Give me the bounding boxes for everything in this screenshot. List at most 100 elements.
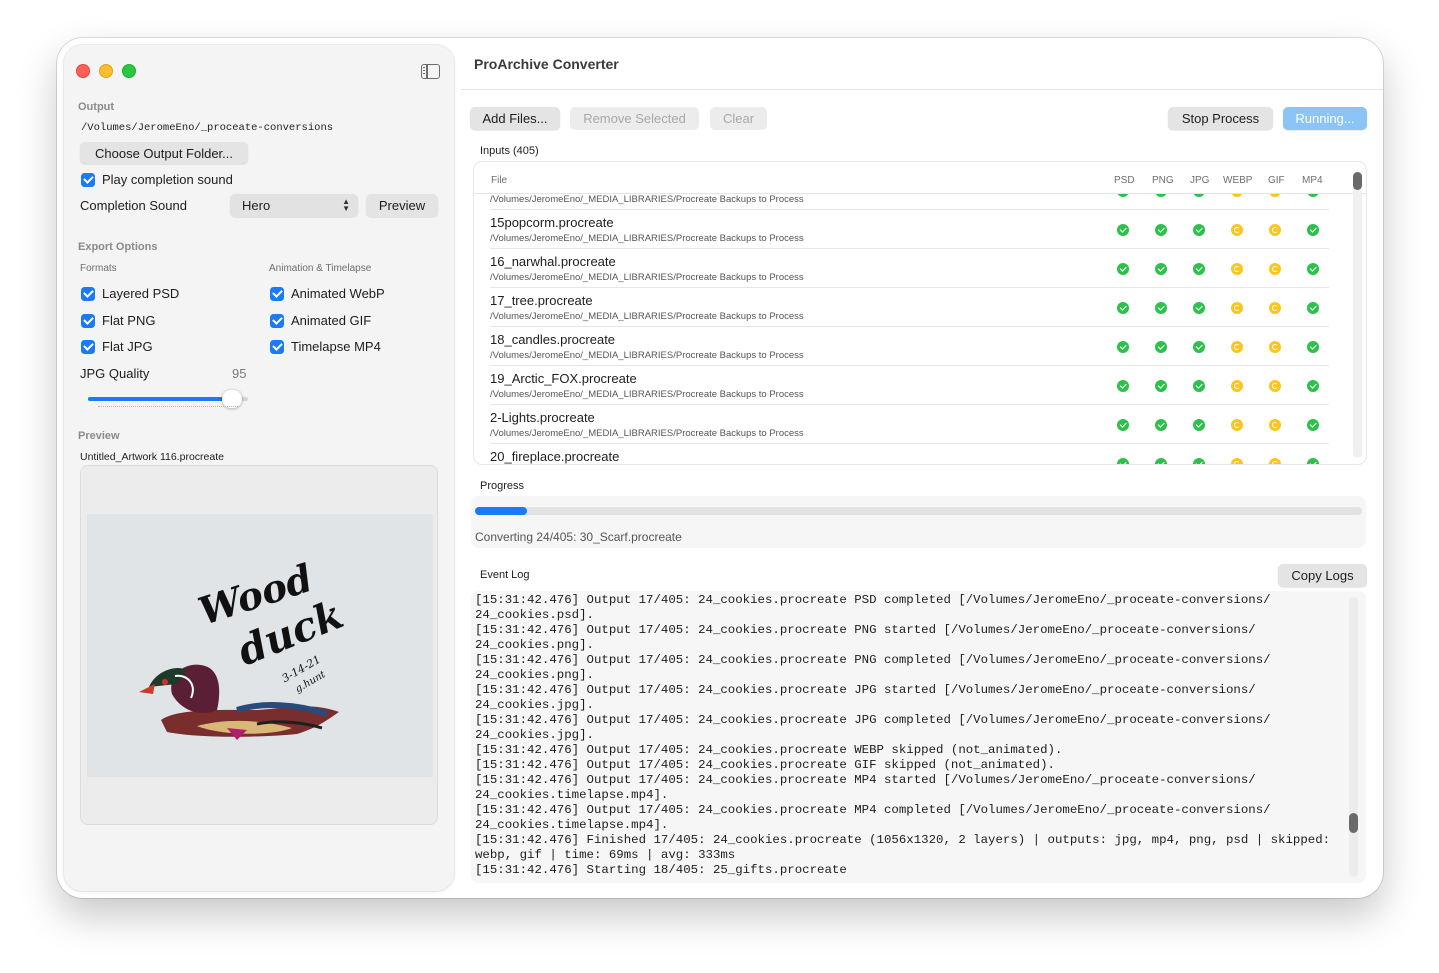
choose-output-folder-button[interactable]: Choose Output Folder...	[80, 142, 248, 164]
checkbox-checked-icon	[270, 313, 284, 328]
animated-gif-checkbox[interactable]: Animated GIF	[270, 313, 371, 328]
animation-timelapse-label: Animation & Timelapse	[269, 263, 372, 274]
row-filename: 16_narwhal.procreate	[490, 254, 616, 269]
column-header-jpg[interactable]: JPG	[1190, 175, 1209, 186]
table-scrollbar-thumb[interactable]	[1353, 172, 1362, 190]
layered-psd-checkbox[interactable]: Layered PSD	[81, 286, 179, 301]
table-row[interactable]: 20_fireplace.procreate	[474, 444, 1329, 464]
copy-logs-button[interactable]: Copy Logs	[1278, 564, 1367, 587]
column-header-mp4[interactable]: MP4	[1302, 175, 1323, 186]
timelapse-mp4-checkbox[interactable]: Timelapse MP4	[270, 339, 381, 354]
table-row[interactable]: 16_narwhal.procreate/Volumes/JeromeEno/_…	[474, 249, 1329, 288]
flat-png-checkbox[interactable]: Flat PNG	[81, 313, 155, 328]
animated-webp-checkbox[interactable]: Animated WebP	[270, 286, 385, 301]
checkmark-circle-icon	[1117, 458, 1129, 464]
layered-psd-label: Layered PSD	[102, 286, 180, 301]
output-path: /Volumes/JeromeEno/_proceate-conversions	[81, 122, 334, 134]
column-header-png[interactable]: PNG	[1152, 175, 1174, 186]
checkmark-circle-icon	[1193, 380, 1205, 392]
checkmark-circle-icon	[1307, 458, 1319, 464]
column-header-webp[interactable]: WEBP	[1223, 175, 1252, 186]
row-path: /Volumes/JeromeEno/_MEDIA_LIBRARIES/Proc…	[490, 389, 804, 400]
clear-button[interactable]: Clear	[710, 107, 767, 130]
window-minimize-button[interactable]	[99, 64, 113, 78]
log-scrollbar-thumb[interactable]	[1349, 813, 1358, 833]
table-row[interactable]: 17_tree.procreate/Volumes/JeromeEno/_MED…	[474, 288, 1329, 327]
column-header-psd[interactable]: PSD	[1114, 175, 1135, 186]
checkmark-circle-icon	[1307, 263, 1319, 275]
checkbox-checked-icon	[270, 286, 284, 301]
skip-circle-icon	[1231, 263, 1243, 275]
preview-section-title: Preview	[78, 430, 120, 442]
window-zoom-button[interactable]	[122, 64, 136, 78]
checkmark-circle-icon	[1117, 194, 1129, 197]
sidebar-toggle-icon[interactable]	[421, 64, 440, 79]
checkbox-checked-icon	[81, 286, 95, 301]
skip-circle-icon	[1231, 458, 1243, 464]
log-scrollbar-track[interactable]	[1349, 597, 1358, 877]
animated-gif-label: Animated GIF	[291, 313, 372, 328]
flat-jpg-checkbox[interactable]: Flat JPG	[81, 339, 153, 354]
running-button[interactable]: Running...	[1283, 107, 1367, 130]
checkmark-circle-icon	[1117, 380, 1129, 392]
skip-circle-icon	[1269, 263, 1281, 275]
preview-panel: Wood duck 3-14-21 g.hunt	[80, 465, 438, 825]
animated-webp-label: Animated WebP	[291, 286, 385, 301]
stop-process-button[interactable]: Stop Process	[1168, 107, 1273, 130]
preview-sound-button[interactable]: Preview	[366, 194, 438, 217]
row-path: /Volumes/JeromeEno/_MEDIA_LIBRARIES/Proc…	[490, 272, 804, 283]
checkbox-checked-icon	[270, 339, 284, 354]
checkmark-circle-icon	[1193, 194, 1205, 197]
row-filename: 15popcorm.procreate	[490, 215, 614, 230]
row-filename: 17_tree.procreate	[490, 293, 593, 308]
row-filename: 20_fireplace.procreate	[490, 449, 620, 464]
table-scrollbar-track[interactable]	[1353, 172, 1362, 458]
event-log-panel: [15:31:42.476] Output 17/405: 24_cookies…	[471, 591, 1366, 883]
table-row[interactable]: 15popcorm.procreate/Volumes/JeromeEno/_M…	[474, 210, 1329, 249]
checkmark-circle-icon	[1117, 263, 1129, 275]
checkmark-circle-icon	[1117, 341, 1129, 353]
inputs-table: File PSD PNG JPG WEBP GIF MP4 /Volumes/J…	[474, 162, 1366, 464]
checkmark-circle-icon	[1155, 341, 1167, 353]
checkmark-circle-icon	[1193, 341, 1205, 353]
progress-bar	[475, 507, 1362, 515]
jpg-quality-slider[interactable]	[88, 390, 248, 408]
column-header-gif[interactable]: GIF	[1268, 175, 1285, 186]
completion-sound-select[interactable]: Hero ▲ ▼	[230, 194, 358, 217]
row-path: /Volumes/JeromeEno/_MEDIA_LIBRARIES/Proc…	[490, 428, 804, 439]
remove-selected-button[interactable]: Remove Selected	[570, 107, 699, 130]
checkmark-circle-icon	[1193, 224, 1205, 236]
window-close-button[interactable]	[76, 64, 90, 78]
row-path: /Volumes/JeromeEno/_MEDIA_LIBRARIES/Proc…	[490, 233, 804, 244]
jpg-quality-label: JPG Quality	[80, 366, 150, 381]
play-sound-checkbox[interactable]: Play completion sound	[81, 172, 233, 187]
chevron-up-down-icon: ▲ ▼	[342, 197, 350, 213]
event-log-text[interactable]: [15:31:42.476] Output 17/405: 24_cookies…	[475, 593, 1337, 878]
checkmark-circle-icon	[1307, 341, 1319, 353]
row-path: /Volumes/JeromeEno/_MEDIA_LIBRARIES/Proc…	[490, 350, 804, 361]
event-log-label: Event Log	[480, 569, 530, 581]
checkmark-circle-icon	[1155, 224, 1167, 236]
inputs-label: Inputs (405)	[480, 145, 539, 157]
output-section-title: Output	[78, 101, 115, 113]
completion-sound-label: Completion Sound	[80, 198, 187, 213]
checkmark-circle-icon	[1193, 419, 1205, 431]
artwork-preview-image: Wood duck 3-14-21 g.hunt	[87, 514, 433, 777]
column-header-file[interactable]: File	[491, 175, 507, 186]
row-path: /Volumes/JeromeEno/_MEDIA_LIBRARIES/Proc…	[490, 311, 804, 322]
table-row[interactable]: 18_candles.procreate/Volumes/JeromeEno/_…	[474, 327, 1329, 366]
table-row[interactable]: /Volumes/JeromeEno/_MEDIA_LIBRARIES/Proc…	[474, 194, 1329, 210]
checkmark-circle-icon	[1155, 263, 1167, 275]
table-row[interactable]: 2-Lights.procreate/Volumes/JeromeEno/_ME…	[474, 405, 1329, 444]
skip-circle-icon	[1269, 380, 1281, 392]
checkbox-checked-icon	[81, 313, 95, 328]
table-row[interactable]: 19_Arctic_FOX.procreate/Volumes/JeromeEn…	[474, 366, 1329, 405]
checkmark-circle-icon	[1155, 380, 1167, 392]
skip-circle-icon	[1231, 194, 1243, 197]
skip-circle-icon	[1231, 341, 1243, 353]
add-files-button[interactable]: Add Files...	[470, 107, 560, 130]
checkmark-circle-icon	[1307, 380, 1319, 392]
flat-jpg-label: Flat JPG	[102, 339, 153, 354]
progress-status-text: Converting 24/405: 30_Scarf.procreate	[475, 530, 682, 544]
completion-sound-value: Hero	[242, 198, 271, 213]
